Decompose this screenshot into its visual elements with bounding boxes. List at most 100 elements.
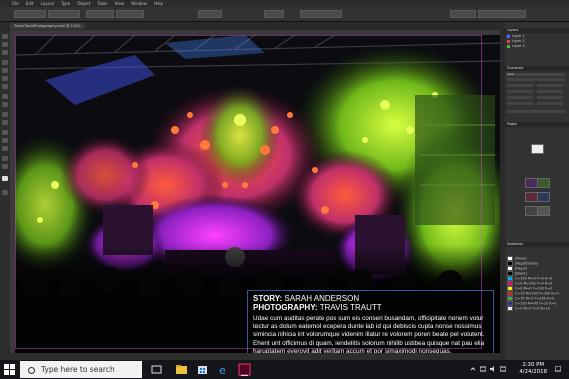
zoom-tool-icon[interactable] [2, 164, 8, 169]
layer-color-swatch [507, 34, 510, 38]
swatch-row[interactable]: [Paper] [507, 266, 567, 271]
gradient-tool-icon[interactable] [2, 130, 8, 135]
workspace-switcher[interactable] [450, 10, 476, 18]
eyedropper-tool-icon[interactable] [2, 146, 8, 151]
font-size-field[interactable] [507, 84, 533, 87]
menu-window[interactable]: Window [131, 1, 147, 6]
width-field[interactable] [86, 10, 114, 18]
tracking-field[interactable] [537, 90, 563, 93]
swatch-row[interactable]: C=0 M=100 Y=0 K=0 [507, 281, 567, 286]
vertical-scale-field[interactable] [507, 96, 533, 99]
character-panel-header[interactable]: Character [505, 66, 569, 71]
page-thumbnail[interactable] [537, 178, 550, 188]
tray-chevron-icon[interactable] [470, 366, 476, 372]
notifications-icon[interactable] [555, 366, 561, 372]
layers-panel-header[interactable]: Layers [505, 28, 569, 33]
rectangle-tool-icon[interactable] [2, 102, 8, 107]
page-tool-icon[interactable] [2, 50, 8, 55]
horizontal-scale-field[interactable] [537, 96, 563, 99]
scissors-tool-icon[interactable] [2, 112, 8, 117]
swatch-name: C=75 M=5 Y=100 K=0 [515, 296, 555, 301]
rectangle-frame-tool-icon[interactable] [2, 94, 8, 99]
swatch-name: [None] [515, 256, 527, 261]
pages-panel-header[interactable]: Pages [505, 122, 569, 127]
edge-browser-icon[interactable]: e [217, 363, 230, 376]
x-field[interactable] [14, 10, 46, 18]
swatches-panel-header[interactable]: Swatches [505, 242, 569, 247]
page-thumbnail[interactable] [537, 206, 550, 216]
screen-mode-icon[interactable] [2, 190, 8, 195]
swatch-row[interactable]: C=75 M=5 Y=100 K=0 [507, 296, 567, 301]
stock-search[interactable] [478, 10, 526, 18]
menu-object[interactable]: Object [77, 1, 90, 6]
swatch-row[interactable]: [None] [507, 256, 567, 261]
article-caption[interactable]: STORY: SARAH ANDERSON PHOTOGRAPHY: TRAVI… [253, 294, 493, 353]
layer-name: Layer 1 [512, 34, 525, 38]
menu-type[interactable]: Type [61, 1, 70, 6]
file-explorer-icon[interactable] [175, 363, 188, 376]
baseline-shift-field[interactable] [507, 102, 533, 105]
layer-row[interactable]: Layer 1 [507, 34, 567, 38]
layer-row[interactable]: Layer 2 [507, 39, 567, 43]
note-tool-icon[interactable] [2, 138, 8, 143]
menu-edit[interactable]: Edit [26, 1, 34, 6]
menu-bar: File Edit Layout Type Object Table View Window H… [0, 0, 569, 7]
page-thumbnail[interactable] [537, 192, 550, 202]
indesign-app-icon[interactable] [238, 363, 251, 376]
hand-tool-icon[interactable] [2, 156, 8, 161]
swatch-row[interactable]: [Black] [507, 271, 567, 276]
story-label: STORY: [253, 294, 283, 303]
windows-start-icon[interactable] [4, 364, 15, 375]
store-icon[interactable] [196, 363, 209, 376]
swatch-name: C=0 M=0 Y=0 K=10 [515, 306, 550, 311]
volume-icon[interactable] [490, 366, 496, 372]
menu-help[interactable]: Help [154, 1, 163, 6]
swatch-row[interactable]: C=100 M=90 Y=10 K=0 [507, 301, 567, 306]
language-field[interactable] [507, 110, 565, 113]
font-family-field[interactable]: Arial [507, 73, 565, 76]
layer-name: Layer 3 [512, 44, 525, 48]
swatch-row[interactable]: [Registration] [507, 261, 567, 266]
fill-stroke-icon[interactable] [2, 176, 8, 181]
document-tab[interactable]: TravisTrauttPhotography.indd @ 115% [10, 23, 85, 29]
height-field[interactable] [116, 10, 144, 18]
master-page-thumbnail[interactable] [531, 144, 544, 154]
layer-row[interactable]: Layer 3 [507, 44, 567, 48]
swatch-row[interactable]: C=0 M=0 Y=0 K=10 [507, 306, 567, 311]
line-tool-icon[interactable] [2, 68, 8, 73]
swatch-row[interactable]: C=100 M=0 Y=0 K=0 [507, 276, 567, 281]
swatch-row[interactable]: C=15 M=100 Y=100 K=0 [507, 291, 567, 296]
free-transform-tool-icon[interactable] [2, 120, 8, 125]
leading-field[interactable] [537, 84, 563, 87]
swatch-name: C=0 M=0 Y=100 K=0 [515, 286, 553, 291]
pencil-tool-icon[interactable] [2, 84, 8, 89]
taskbar-clock[interactable]: 2:30 PM 4/24/2018 [519, 362, 547, 376]
task-view-icon[interactable] [150, 363, 163, 376]
y-field[interactable] [48, 10, 80, 18]
photographer-name: TRAVIS TRAUTT [317, 303, 382, 312]
menu-file[interactable]: File [12, 1, 19, 6]
skew-field[interactable] [537, 102, 563, 105]
frame-fitting-field[interactable] [300, 10, 342, 18]
menu-layout[interactable]: Layout [40, 1, 54, 6]
font-style-field[interactable] [507, 78, 565, 81]
kerning-field[interactable] [507, 90, 533, 93]
photo-credit: PHOTOGRAPHY: TRAVIS TRAUTT [253, 303, 493, 312]
pen-tool-icon[interactable] [2, 76, 8, 81]
stroke-weight-field[interactable] [198, 10, 222, 18]
swatch-name: C=100 M=0 Y=0 K=0 [515, 276, 553, 281]
document-canvas[interactable]: STORY: SARAH ANDERSON PHOTOGRAPHY: TRAVI… [15, 35, 500, 353]
taskbar-search-box[interactable]: Type here to search [20, 361, 142, 378]
keyboard-icon[interactable] [500, 366, 506, 372]
opacity-field[interactable] [264, 10, 284, 18]
menu-view[interactable]: View [115, 1, 125, 6]
selection-tool-icon[interactable] [2, 34, 8, 39]
menu-table[interactable]: Table [97, 1, 107, 6]
network-icon[interactable] [480, 366, 486, 372]
swatch-row[interactable]: C=0 M=0 Y=100 K=0 [507, 286, 567, 291]
search-icon [28, 366, 35, 374]
type-tool-icon[interactable] [2, 60, 8, 65]
swatch-name: [Paper] [515, 266, 528, 271]
layer-color-swatch [507, 39, 510, 43]
direct-selection-tool-icon[interactable] [2, 42, 8, 47]
